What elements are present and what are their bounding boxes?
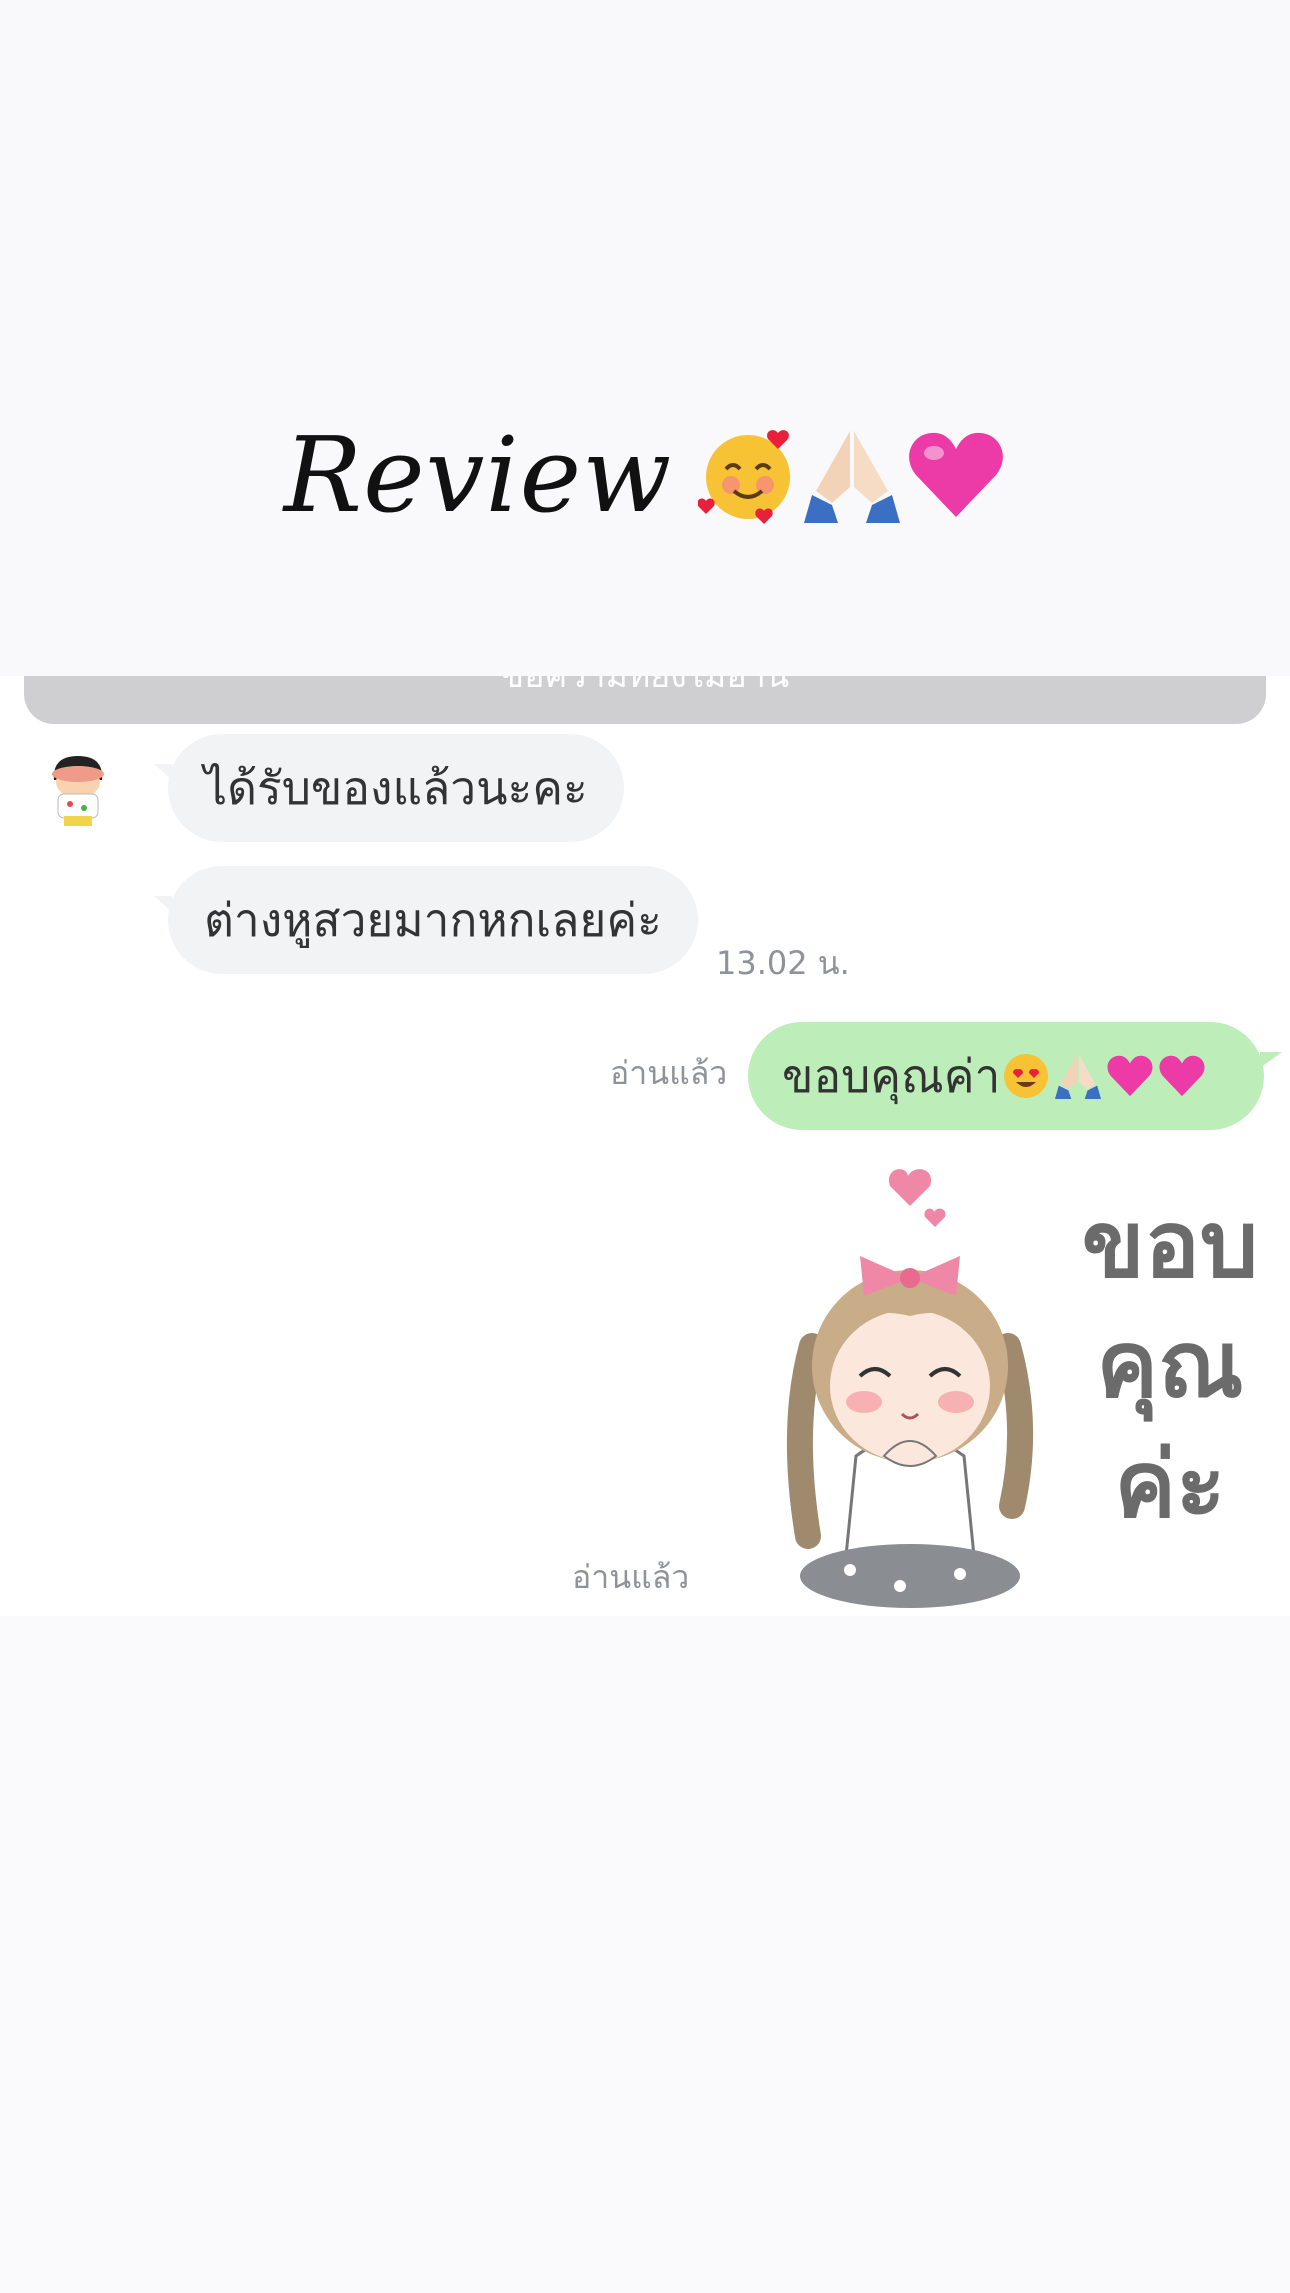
incoming-message[interactable]: ต่างหูสวยมากหกเลยค่ะ	[154, 866, 698, 974]
review-title-text: Review	[283, 414, 673, 536]
bottom-overlay	[0, 1616, 1290, 2293]
svg-text:คุณ: คุณ	[1097, 1311, 1244, 1422]
svg-text:ค่ะ: ค่ะ	[1115, 1431, 1226, 1538]
outgoing-message[interactable]: ขอบคุณค่า	[748, 1022, 1282, 1130]
message-timestamp: 13.02 น.	[716, 944, 850, 982]
title-emojis	[698, 425, 1006, 525]
incoming-message[interactable]: ได้รับของแล้วนะคะ	[154, 734, 624, 842]
unread-banner-label: ข้อความที่ยังไม่อ่าน	[500, 676, 790, 696]
outgoing-message-text: ขอบคุณค่า	[782, 1048, 1001, 1103]
read-receipt: อ่านแล้ว	[610, 1054, 728, 1092]
heart-eyes-icon	[1004, 1054, 1049, 1098]
review-title: Review	[0, 400, 1290, 550]
outgoing-emojis	[1002, 1052, 1206, 1100]
contact-avatar[interactable]	[44, 750, 112, 830]
read-receipt: อ่านแล้ว	[572, 1558, 690, 1596]
chat-area[interactable]: ข้อความที่ยังไม่อ่าน ได้รับของแล้วนะคะ ต…	[0, 676, 1290, 1616]
folded-hands-icon	[1055, 1054, 1102, 1100]
top-overlay	[0, 0, 1290, 676]
pink-heart-icon	[1107, 1055, 1153, 1097]
pink-heart-icon	[909, 432, 1004, 517]
smiling-face-with-hearts-icon	[698, 430, 791, 524]
pink-heart-icon	[1159, 1055, 1205, 1097]
unread-messages-banner: ข้อความที่ยังไม่อ่าน	[24, 676, 1266, 724]
svg-text:ขอบ: ขอบ	[1082, 1191, 1259, 1298]
thank-you-sticker[interactable]: ขอบ คุณ ค่ะ	[760, 1156, 1260, 1616]
folded-hands-icon	[804, 431, 901, 523]
incoming-message-text: ได้รับของแล้วนะคะ	[204, 760, 588, 815]
incoming-message-text: ต่างหูสวยมากหกเลยค่ะ	[204, 892, 662, 947]
